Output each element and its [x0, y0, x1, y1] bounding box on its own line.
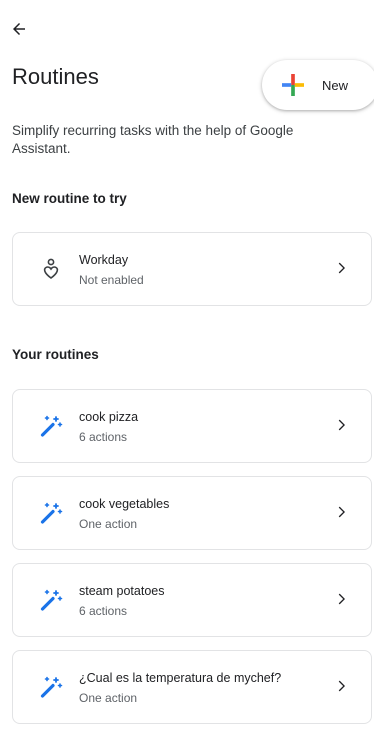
- page-description: Simplify recurring tasks with the help o…: [12, 123, 294, 156]
- routine-name: steam potatoes: [79, 584, 165, 598]
- new-routine-button[interactable]: New: [262, 60, 374, 110]
- routine-name: Workday: [79, 253, 129, 267]
- section-heading-try: New routine to try: [12, 191, 127, 206]
- chevron-right-icon: [338, 262, 345, 274]
- magic-wand-icon: [40, 589, 63, 611]
- chevron-right-icon: [338, 506, 345, 518]
- routine-card[interactable]: steam potatoes 6 actions: [12, 563, 372, 637]
- magic-wand-icon: [40, 415, 63, 437]
- routine-name: cook vegetables: [79, 497, 170, 511]
- routine-status: Not enabled: [79, 273, 144, 287]
- routine-actions-count: 6 actions: [79, 604, 128, 618]
- routine-actions-count: 6 actions: [79, 430, 128, 444]
- routine-actions-count: One action: [79, 517, 138, 531]
- routine-name: cook pizza: [79, 410, 139, 424]
- new-button-label: New: [322, 77, 349, 93]
- routine-actions-count: One action: [79, 691, 138, 705]
- routine-name: ¿Cual es la temperatura de mychef?: [79, 671, 282, 685]
- top-app-bar: [0, 0, 374, 56]
- routine-card[interactable]: cook pizza 6 actions: [12, 389, 372, 463]
- page-title: Routines: [12, 64, 99, 89]
- person-heart-icon: [43, 258, 59, 279]
- routine-card-workday[interactable]: Workday Not enabled: [12, 232, 372, 306]
- chevron-right-icon: [338, 419, 345, 431]
- back-button[interactable]: [4, 14, 34, 44]
- magic-wand-icon: [40, 502, 63, 524]
- arrow-back-icon: [13, 23, 25, 35]
- chevron-right-icon: [338, 593, 345, 605]
- plus-icon: [282, 74, 304, 96]
- section-heading-yours: Your routines: [12, 347, 99, 362]
- chevron-right-icon: [338, 680, 345, 692]
- magic-wand-icon: [40, 676, 63, 698]
- routine-card[interactable]: cook vegetables One action: [12, 476, 372, 550]
- routine-card[interactable]: ¿Cual es la temperatura de mychef? One a…: [12, 650, 372, 724]
